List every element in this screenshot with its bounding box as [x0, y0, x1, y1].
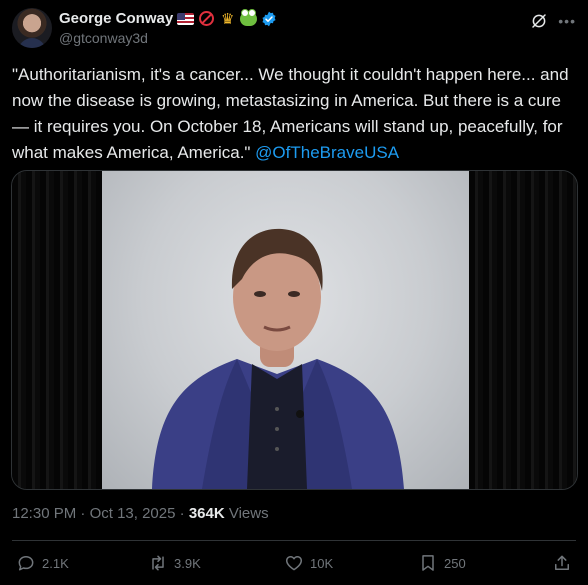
share-icon [555, 555, 569, 570]
author-name-row: George Conway ♛ [59, 8, 277, 28]
action-bar: 2.1K 3.9K 10K 250 [16, 553, 572, 577]
mention-link[interactable]: @OfTheBraveUSA [255, 143, 399, 162]
grok-icon[interactable] [530, 12, 548, 30]
frog-icon [240, 8, 258, 27]
curtain-left [12, 171, 102, 489]
views-label: Views [224, 505, 269, 522]
reply-button[interactable]: 2.1K [16, 553, 69, 573]
like-count: 10K [310, 555, 334, 571]
bookmark-icon [422, 555, 434, 571]
us-flag-icon [177, 10, 195, 27]
author-name[interactable]: George Conway [59, 10, 173, 27]
tweet-date[interactable]: Oct 13, 2025 [90, 505, 176, 522]
meta-separator: · [175, 505, 189, 522]
avatar[interactable] [12, 8, 52, 48]
repost-icon [152, 555, 164, 571]
reply-count: 2.1K [42, 555, 69, 571]
speaker-figure [152, 228, 404, 489]
like-button[interactable]: 10K [284, 553, 333, 573]
tweet-time[interactable]: 12:30 PM [12, 505, 76, 522]
bookmark-count: 250 [444, 555, 466, 571]
crown-icon: ♛ [220, 10, 235, 28]
curtain-right [469, 171, 577, 489]
no-entry-icon [198, 10, 215, 27]
share-button[interactable] [552, 553, 572, 573]
tweet-header: George Conway ♛ @gtconway3d ••• [12, 8, 576, 52]
author-handle[interactable]: @gtconway3d [59, 30, 148, 46]
meta-separator: · [76, 505, 90, 522]
tweet-text: "Authoritarianism, it's a cancer... We t… [12, 62, 578, 166]
heart-icon [285, 556, 303, 571]
verified-badge-icon[interactable] [261, 11, 277, 27]
reply-icon [18, 556, 34, 571]
tweet-meta: 12:30 PM · Oct 13, 2025 · 364K Views [12, 505, 269, 522]
more-options-icon[interactable]: ••• [558, 13, 576, 29]
repost-count: 3.9K [174, 555, 201, 571]
repost-button[interactable]: 3.9K [148, 553, 201, 573]
divider [12, 540, 576, 541]
views-count: 364K [188, 505, 225, 522]
video-player[interactable] [11, 170, 578, 490]
bookmark-button[interactable]: 250 [418, 553, 466, 573]
